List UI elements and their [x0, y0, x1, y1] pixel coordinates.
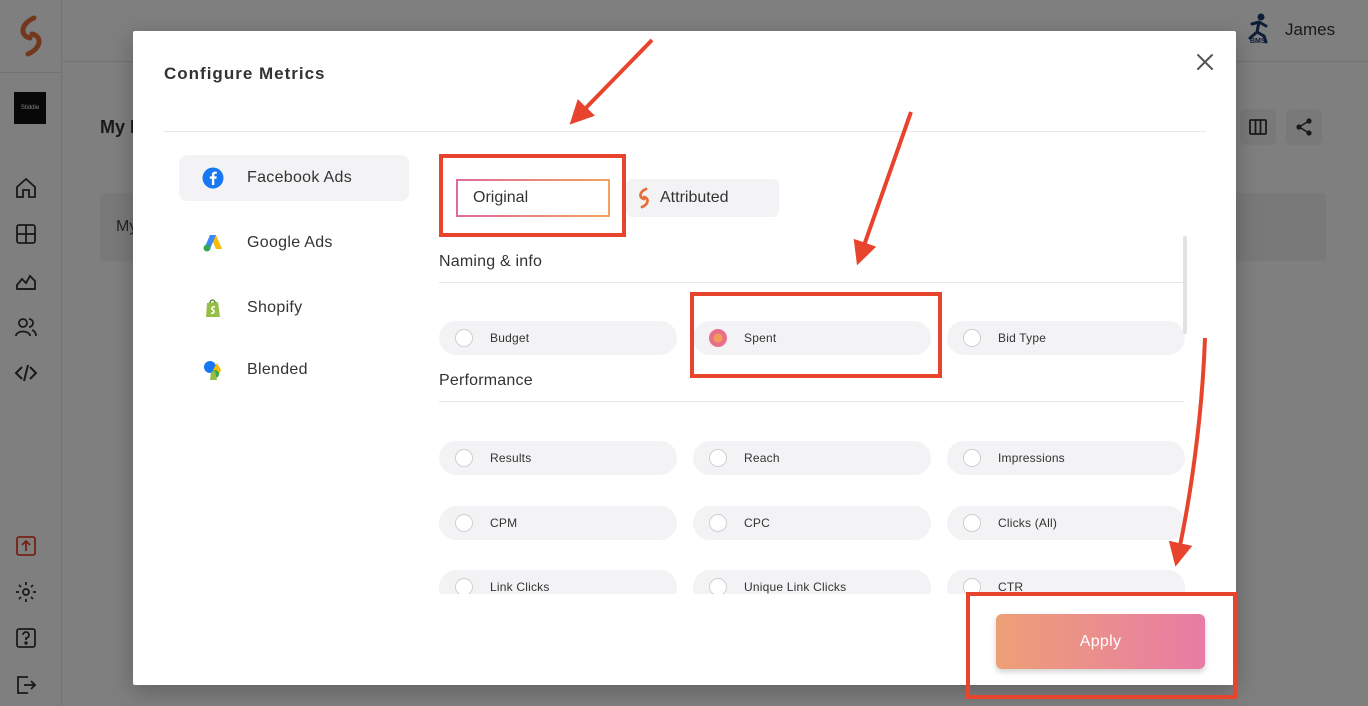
section-divider: [439, 401, 1184, 402]
metric-radio[interactable]: [455, 329, 473, 347]
section-title-naming: Naming & info: [439, 253, 543, 270]
metrics-scrollbar[interactable]: [1183, 236, 1187, 334]
metrics-scroll-area[interactable]: Naming & info Budget Spent Bid Type Perf…: [439, 231, 1194, 594]
metric-label: Impressions: [998, 451, 1065, 465]
metric-label: Clicks (All): [998, 516, 1058, 530]
modal-divider: [164, 131, 1206, 132]
metric-ctr[interactable]: CTR: [947, 570, 1185, 594]
mode-attributed-button[interactable]: Attributed: [626, 179, 779, 217]
source-label: Google Ads: [247, 234, 333, 251]
metric-clicks-all[interactable]: Clicks (All): [947, 506, 1185, 540]
metric-radio[interactable]: [963, 329, 981, 347]
mode-attributed-label: Attributed: [660, 189, 729, 206]
google-ads-icon: [201, 231, 225, 255]
metric-label: CPM: [490, 516, 518, 530]
metric-link-clicks[interactable]: Link Clicks: [439, 570, 677, 594]
section-title-performance: Performance: [439, 372, 533, 389]
metric-bid-type[interactable]: Bid Type: [947, 321, 1185, 355]
metric-cpc[interactable]: CPC: [693, 506, 931, 540]
metric-impressions[interactable]: Impressions: [947, 441, 1185, 475]
blended-icon: [201, 358, 225, 382]
metric-radio[interactable]: [455, 578, 473, 594]
metric-radio[interactable]: [455, 449, 473, 467]
source-label: Shopify: [247, 299, 303, 316]
metric-reach[interactable]: Reach: [693, 441, 931, 475]
metric-label: Results: [490, 451, 532, 465]
facebook-icon: [201, 166, 225, 190]
metric-radio[interactable]: [963, 449, 981, 467]
metric-radio[interactable]: [709, 578, 727, 594]
metric-label: Reach: [744, 451, 780, 465]
metric-radio[interactable]: [709, 514, 727, 532]
configure-metrics-modal: Configure Metrics Facebook Ads Google Ad…: [133, 31, 1236, 685]
annotation-box-spent: [690, 292, 942, 378]
shopify-icon: [201, 296, 225, 320]
metric-radio[interactable]: [709, 449, 727, 467]
section-divider: [439, 282, 1184, 283]
source-item-blended[interactable]: Blended: [179, 347, 409, 393]
modal-title: Configure Metrics: [164, 64, 326, 83]
source-item-facebook-ads[interactable]: Facebook Ads: [179, 155, 409, 201]
close-icon[interactable]: [1194, 51, 1216, 73]
annotation-box-original: [439, 154, 626, 237]
metric-label: Budget: [490, 331, 530, 345]
source-label: Facebook Ads: [247, 169, 352, 186]
annotation-box-apply: [966, 592, 1237, 699]
attributed-logo-icon: [639, 187, 649, 209]
source-item-google-ads[interactable]: Google Ads: [179, 220, 409, 266]
metric-label: CPC: [744, 516, 770, 530]
metric-label: Link Clicks: [490, 580, 550, 594]
metric-budget[interactable]: Budget: [439, 321, 677, 355]
metric-label: Unique Link Clicks: [744, 580, 847, 594]
metric-results[interactable]: Results: [439, 441, 677, 475]
metric-radio[interactable]: [963, 514, 981, 532]
metric-unique-link-clicks[interactable]: Unique Link Clicks: [693, 570, 931, 594]
metric-radio[interactable]: [455, 514, 473, 532]
metric-cpm[interactable]: CPM: [439, 506, 677, 540]
metric-label: Bid Type: [998, 331, 1047, 345]
source-item-shopify[interactable]: Shopify: [179, 285, 409, 331]
source-label: Blended: [247, 361, 308, 378]
